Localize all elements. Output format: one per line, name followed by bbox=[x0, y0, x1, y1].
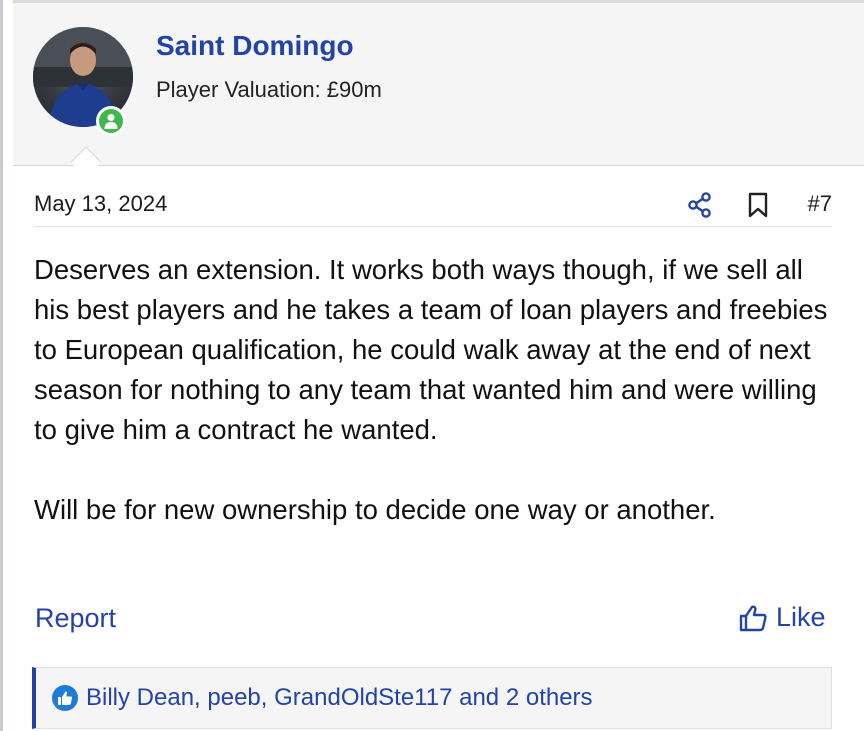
online-status-badge bbox=[96, 106, 126, 136]
user-online-icon bbox=[99, 109, 123, 133]
reactions-bar[interactable]: Billy Dean, peeb, GrandOldSte117 and 2 o… bbox=[32, 667, 832, 729]
bookmark-icon[interactable] bbox=[747, 192, 769, 218]
like-button[interactable]: Like bbox=[738, 602, 826, 633]
header-pointer bbox=[70, 146, 102, 178]
post-meta-bar: May 13, 2024 #7 bbox=[34, 190, 832, 227]
post-paragraph: Will be for new ownership to decide one … bbox=[34, 494, 716, 525]
username-link[interactable]: Saint Domingo bbox=[156, 30, 354, 62]
user-title: Player Valuation: £90m bbox=[156, 77, 382, 102]
post-date[interactable]: May 13, 2024 bbox=[34, 191, 167, 217]
user-header bbox=[13, 0, 864, 178]
thumbs-up-icon bbox=[739, 605, 767, 631]
frame-border bbox=[0, 0, 3, 731]
post-paragraph: Deserves an extension. It works both way… bbox=[34, 254, 828, 445]
like-reaction-icon bbox=[52, 685, 78, 711]
post-body: Deserves an extension. It works both way… bbox=[34, 250, 834, 530]
post-number-link[interactable]: #7 bbox=[808, 191, 832, 217]
share-icon[interactable] bbox=[687, 192, 713, 218]
reaction-users-list[interactable]: Billy Dean, peeb, GrandOldSte117 and 2 o… bbox=[86, 684, 593, 712]
like-label: Like bbox=[776, 602, 826, 632]
report-link[interactable]: Report bbox=[35, 603, 116, 634]
